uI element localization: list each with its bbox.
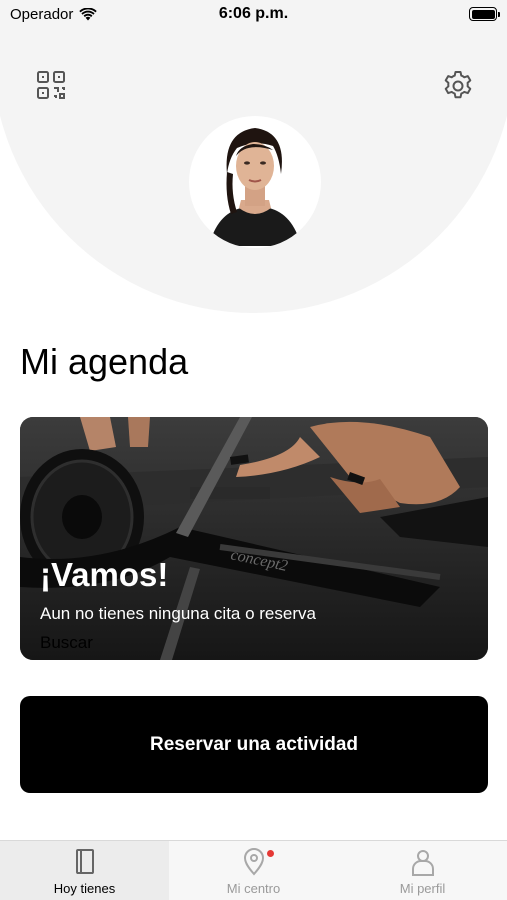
tab-my-profile[interactable]: Mi perfil bbox=[338, 841, 507, 900]
settings-button[interactable] bbox=[441, 69, 475, 103]
tab-today[interactable]: Hoy tienes bbox=[0, 841, 169, 900]
qr-code-button[interactable] bbox=[35, 69, 67, 101]
battery-icon bbox=[469, 7, 500, 21]
promo-heading: ¡Vamos! bbox=[40, 556, 169, 593]
tab-my-center[interactable]: Mi centro bbox=[169, 841, 338, 900]
page-title: Mi agenda bbox=[20, 341, 189, 382]
gear-icon bbox=[444, 71, 472, 99]
tab-bar: Hoy tienes Mi centro Mi perfil bbox=[0, 840, 507, 900]
clock: 6:06 p.m. bbox=[218, 5, 289, 22]
book-icon bbox=[75, 849, 94, 874]
qr-code-icon bbox=[37, 71, 65, 99]
promo-subtitle: Aun no tienes ninguna cita o reserva bbox=[40, 604, 316, 623]
tab-label: Hoy tienes bbox=[53, 881, 116, 896]
status-bar: Operador 6:06 p.m. bbox=[0, 0, 507, 28]
avatar[interactable] bbox=[189, 116, 321, 248]
promo-card[interactable]: concept2 ¡Vamos! Aun no tienes ninguna c… bbox=[20, 417, 488, 660]
notification-badge bbox=[267, 850, 274, 857]
book-activity-button[interactable]: Reservar una actividad bbox=[20, 696, 488, 793]
person-icon bbox=[411, 850, 434, 876]
search-link[interactable]: Buscar bbox=[40, 633, 93, 653]
location-pin-icon bbox=[243, 848, 264, 876]
tab-label: Mi perfil bbox=[399, 881, 446, 896]
avatar-photo bbox=[193, 120, 317, 246]
tab-label: Mi centro bbox=[226, 881, 281, 896]
